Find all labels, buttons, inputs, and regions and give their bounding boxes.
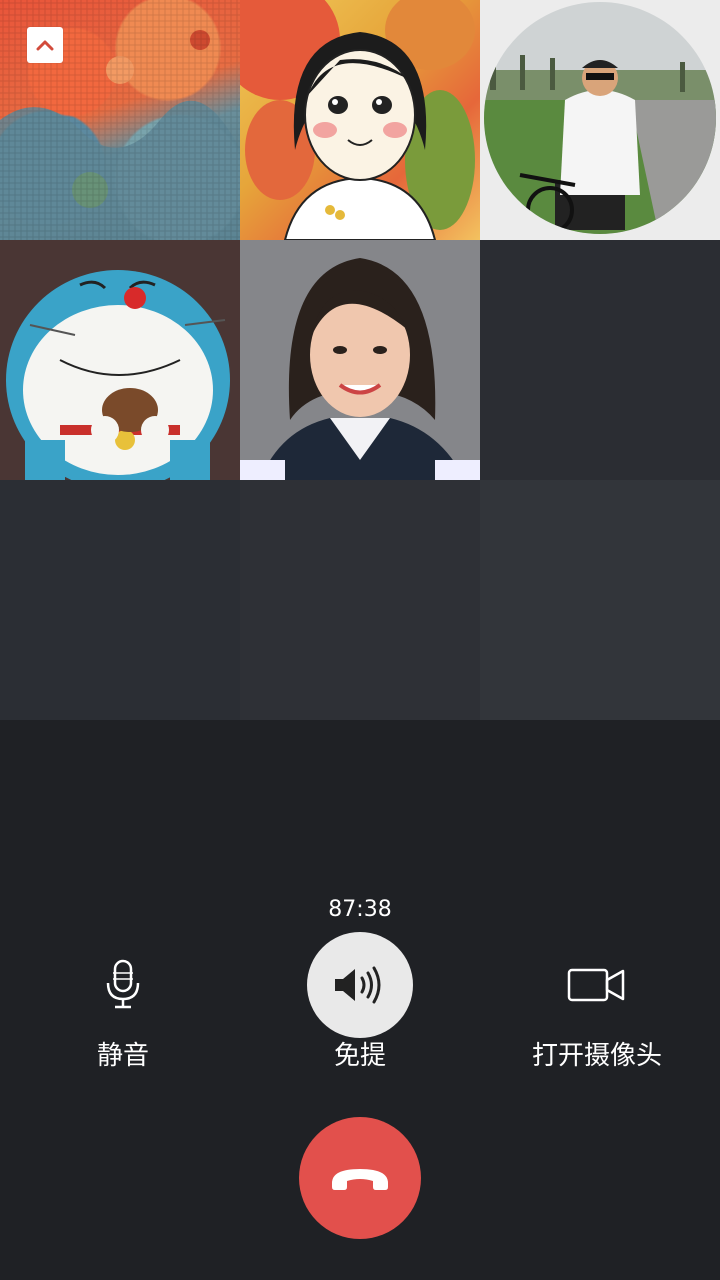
- participant-grid: [0, 0, 720, 720]
- participant-tile-2[interactable]: [240, 0, 480, 240]
- microphone-icon: [106, 959, 140, 1009]
- participant-tile-3[interactable]: [480, 0, 720, 240]
- camera-icon-wrap: [477, 932, 717, 1038]
- empty-tile: [480, 240, 720, 480]
- cyclist-photo-avatar: [484, 2, 716, 234]
- empty-tile: [240, 480, 480, 720]
- chevron-up-icon: [36, 40, 54, 51]
- mute-button[interactable]: 静音: [3, 932, 243, 1074]
- cartoon-girl-avatar: [240, 0, 475, 240]
- phone-hangup-icon: [332, 1169, 388, 1190]
- woman-portrait-avatar: [240, 240, 480, 480]
- video-camera-icon: [567, 968, 625, 1002]
- speaker-icon-wrap: [240, 932, 480, 1038]
- mute-label: 静音: [96, 1041, 149, 1071]
- doraemon-avatar: [0, 240, 240, 480]
- participant-tile-5[interactable]: [240, 240, 480, 480]
- camera-button[interactable]: 打开摄像头: [477, 932, 717, 1074]
- mute-icon-wrap: [3, 932, 243, 1038]
- speaker-icon: [335, 966, 381, 1004]
- speaker-button[interactable]: 免提: [240, 932, 480, 1074]
- camera-label: 打开摄像头: [531, 1041, 662, 1071]
- hangup-button[interactable]: [299, 1117, 421, 1239]
- collapse-button[interactable]: [27, 27, 63, 63]
- call-duration: 87:38: [328, 897, 392, 922]
- participant-tile-4[interactable]: [0, 240, 240, 480]
- empty-tile: [0, 480, 240, 720]
- speaker-active-indicator: [307, 932, 413, 1038]
- speaker-label: 免提: [333, 1041, 386, 1071]
- empty-tile: [480, 480, 720, 720]
